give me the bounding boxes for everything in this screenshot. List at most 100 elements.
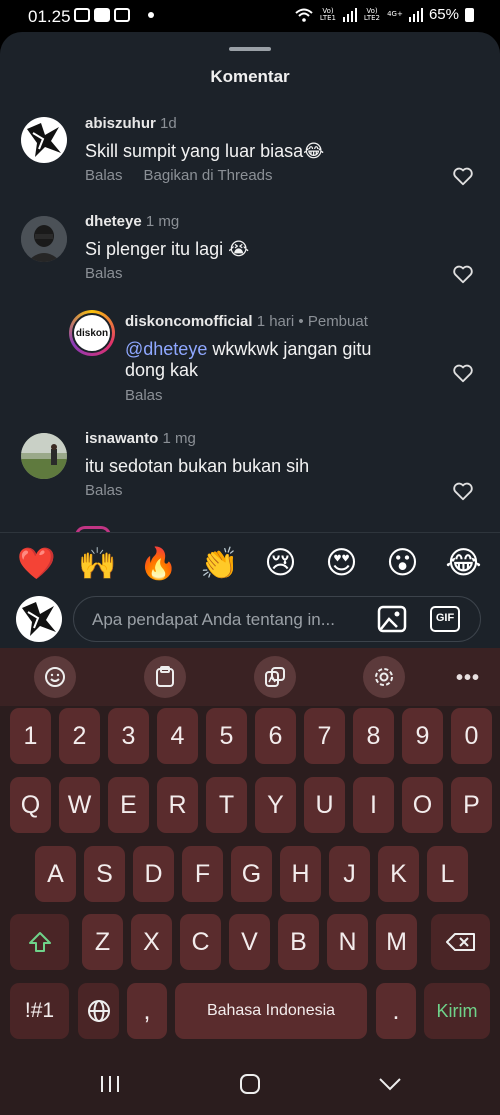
- letter-key-d[interactable]: D: [133, 846, 174, 902]
- letter-key-s[interactable]: S: [84, 846, 125, 902]
- avatar[interactable]: [21, 216, 67, 262]
- letter-key-z[interactable]: Z: [82, 914, 123, 970]
- letter-key-e[interactable]: E: [108, 777, 149, 833]
- letter-key-x[interactable]: X: [131, 914, 172, 970]
- comment-username[interactable]: diskoncomofficial 1 hari • Pembuat: [125, 313, 368, 330]
- gallery-icon: [114, 8, 130, 22]
- letter-key-y[interactable]: Y: [255, 777, 296, 833]
- emoji-laughing[interactable]: 😂: [439, 545, 489, 581]
- clipboard-icon[interactable]: [144, 656, 186, 698]
- like-heart-icon[interactable]: [452, 362, 474, 384]
- emoji-quick-row: ❤️ 🙌 🔥 👏 😢 😍 😮 😂: [0, 533, 500, 593]
- letter-key-c[interactable]: C: [180, 914, 221, 970]
- like-heart-icon[interactable]: [452, 263, 474, 285]
- separator-dot: •: [298, 313, 304, 330]
- number-key-2[interactable]: 2: [59, 708, 100, 764]
- comment-item: isnawanto 1 mg itu sedotan bukan bukan s…: [0, 429, 500, 509]
- sim2-label: Vo) LTE2: [363, 6, 381, 22]
- backspace-key[interactable]: [431, 914, 490, 970]
- letter-key-b[interactable]: B: [278, 914, 319, 970]
- comment-username[interactable]: abiszuhur 1d: [85, 115, 177, 132]
- emoji-heart-eyes[interactable]: 😍: [317, 545, 367, 581]
- letter-key-i[interactable]: I: [353, 777, 394, 833]
- number-key-6[interactable]: 6: [255, 708, 296, 764]
- recents-icon[interactable]: [96, 1070, 124, 1098]
- comment-input[interactable]: Apa pendapat Anda tentang in... GIF: [73, 596, 481, 642]
- emoji-heart[interactable]: ❤️: [12, 545, 62, 582]
- like-heart-icon[interactable]: [452, 165, 474, 187]
- letter-key-v[interactable]: V: [229, 914, 270, 970]
- number-key-5[interactable]: 5: [206, 708, 247, 764]
- number-key-8[interactable]: 8: [353, 708, 394, 764]
- period-key[interactable]: .: [376, 983, 416, 1039]
- letter-key-n[interactable]: N: [327, 914, 368, 970]
- number-key-7[interactable]: 7: [304, 708, 345, 764]
- number-key-0[interactable]: 0: [451, 708, 492, 764]
- letter-key-f[interactable]: F: [182, 846, 223, 902]
- send-key[interactable]: Kirim: [424, 983, 490, 1039]
- number-key-9[interactable]: 9: [402, 708, 443, 764]
- more-icon[interactable]: •••: [456, 667, 480, 690]
- letter-key-l[interactable]: L: [427, 846, 468, 902]
- share-threads-button[interactable]: Bagikan di Threads: [144, 167, 273, 184]
- translate-icon[interactable]: [254, 656, 296, 698]
- comment-username[interactable]: dheteye 1 mg: [85, 213, 179, 230]
- number-key-4[interactable]: 4: [157, 708, 198, 764]
- letter-key-a[interactable]: A: [35, 846, 76, 902]
- letter-key-q[interactable]: Q: [10, 777, 51, 833]
- drag-handle[interactable]: [229, 47, 271, 51]
- letter-key-p[interactable]: P: [451, 777, 492, 833]
- emoji-raising-hands[interactable]: 🙌: [73, 545, 123, 582]
- symbols-key[interactable]: !#1: [10, 983, 69, 1039]
- reply-button[interactable]: Balas: [85, 482, 123, 499]
- wifi-icon: [295, 8, 313, 22]
- emoji-clap[interactable]: 👏: [195, 545, 245, 582]
- keyboard: ••• !#1 , Bahasa Indonesia . Kirim 12345…: [0, 648, 500, 1115]
- letter-key-m[interactable]: M: [376, 914, 417, 970]
- letter-key-r[interactable]: R: [157, 777, 198, 833]
- emoji-crying[interactable]: 😢: [256, 545, 306, 581]
- home-icon[interactable]: [236, 1070, 264, 1098]
- username-text[interactable]: isnawanto: [85, 430, 158, 447]
- reply-button[interactable]: Balas: [125, 387, 163, 404]
- letter-key-w[interactable]: W: [59, 777, 100, 833]
- emoji-icon[interactable]: [34, 656, 76, 698]
- status-time: 01.25: [28, 7, 71, 26]
- letter-key-h[interactable]: H: [280, 846, 321, 902]
- emoji-fire[interactable]: 🔥: [134, 545, 184, 582]
- image-icon[interactable]: [377, 605, 407, 633]
- creator-avatar[interactable]: diskon: [69, 310, 115, 356]
- reply-button[interactable]: Balas: [85, 167, 123, 184]
- space-key[interactable]: Bahasa Indonesia: [175, 983, 367, 1039]
- language-key[interactable]: [78, 983, 119, 1039]
- comment-text-line1: wkwkwk jangan gitu: [207, 339, 372, 359]
- comma-key[interactable]: ,: [127, 983, 167, 1039]
- settings-icon[interactable]: [363, 656, 405, 698]
- letter-key-t[interactable]: T: [206, 777, 247, 833]
- comment-input-placeholder[interactable]: Apa pendapat Anda tentang in...: [92, 610, 335, 630]
- username-text[interactable]: diskoncomofficial: [125, 313, 253, 330]
- letter-key-j[interactable]: J: [329, 846, 370, 902]
- comment-text: itu sedotan bukan bukan sih: [85, 456, 310, 476]
- avatar[interactable]: [21, 433, 67, 479]
- letter-key-k[interactable]: K: [378, 846, 419, 902]
- avatar[interactable]: [21, 117, 67, 163]
- notification-icons: [74, 8, 154, 22]
- number-key-3[interactable]: 3: [108, 708, 149, 764]
- username-text[interactable]: abiszuhur: [85, 115, 156, 132]
- letter-key-u[interactable]: U: [304, 777, 345, 833]
- number-key-1[interactable]: 1: [10, 708, 51, 764]
- username-text[interactable]: dheteye: [85, 213, 142, 230]
- reply-button[interactable]: Balas: [85, 265, 123, 282]
- shift-key[interactable]: [10, 914, 69, 970]
- brand-logo-text: diskon: [75, 327, 109, 339]
- gif-button[interactable]: GIF: [430, 606, 460, 632]
- comment-username[interactable]: isnawanto 1 mg: [85, 430, 196, 447]
- back-chevron-icon[interactable]: [376, 1070, 404, 1098]
- emoji-surprised[interactable]: 😮: [378, 545, 428, 581]
- like-heart-icon[interactable]: [452, 480, 474, 502]
- mention-link[interactable]: @dheteye: [125, 339, 207, 359]
- more-notifications-icon: [148, 12, 154, 18]
- letter-key-o[interactable]: O: [402, 777, 443, 833]
- letter-key-g[interactable]: G: [231, 846, 272, 902]
